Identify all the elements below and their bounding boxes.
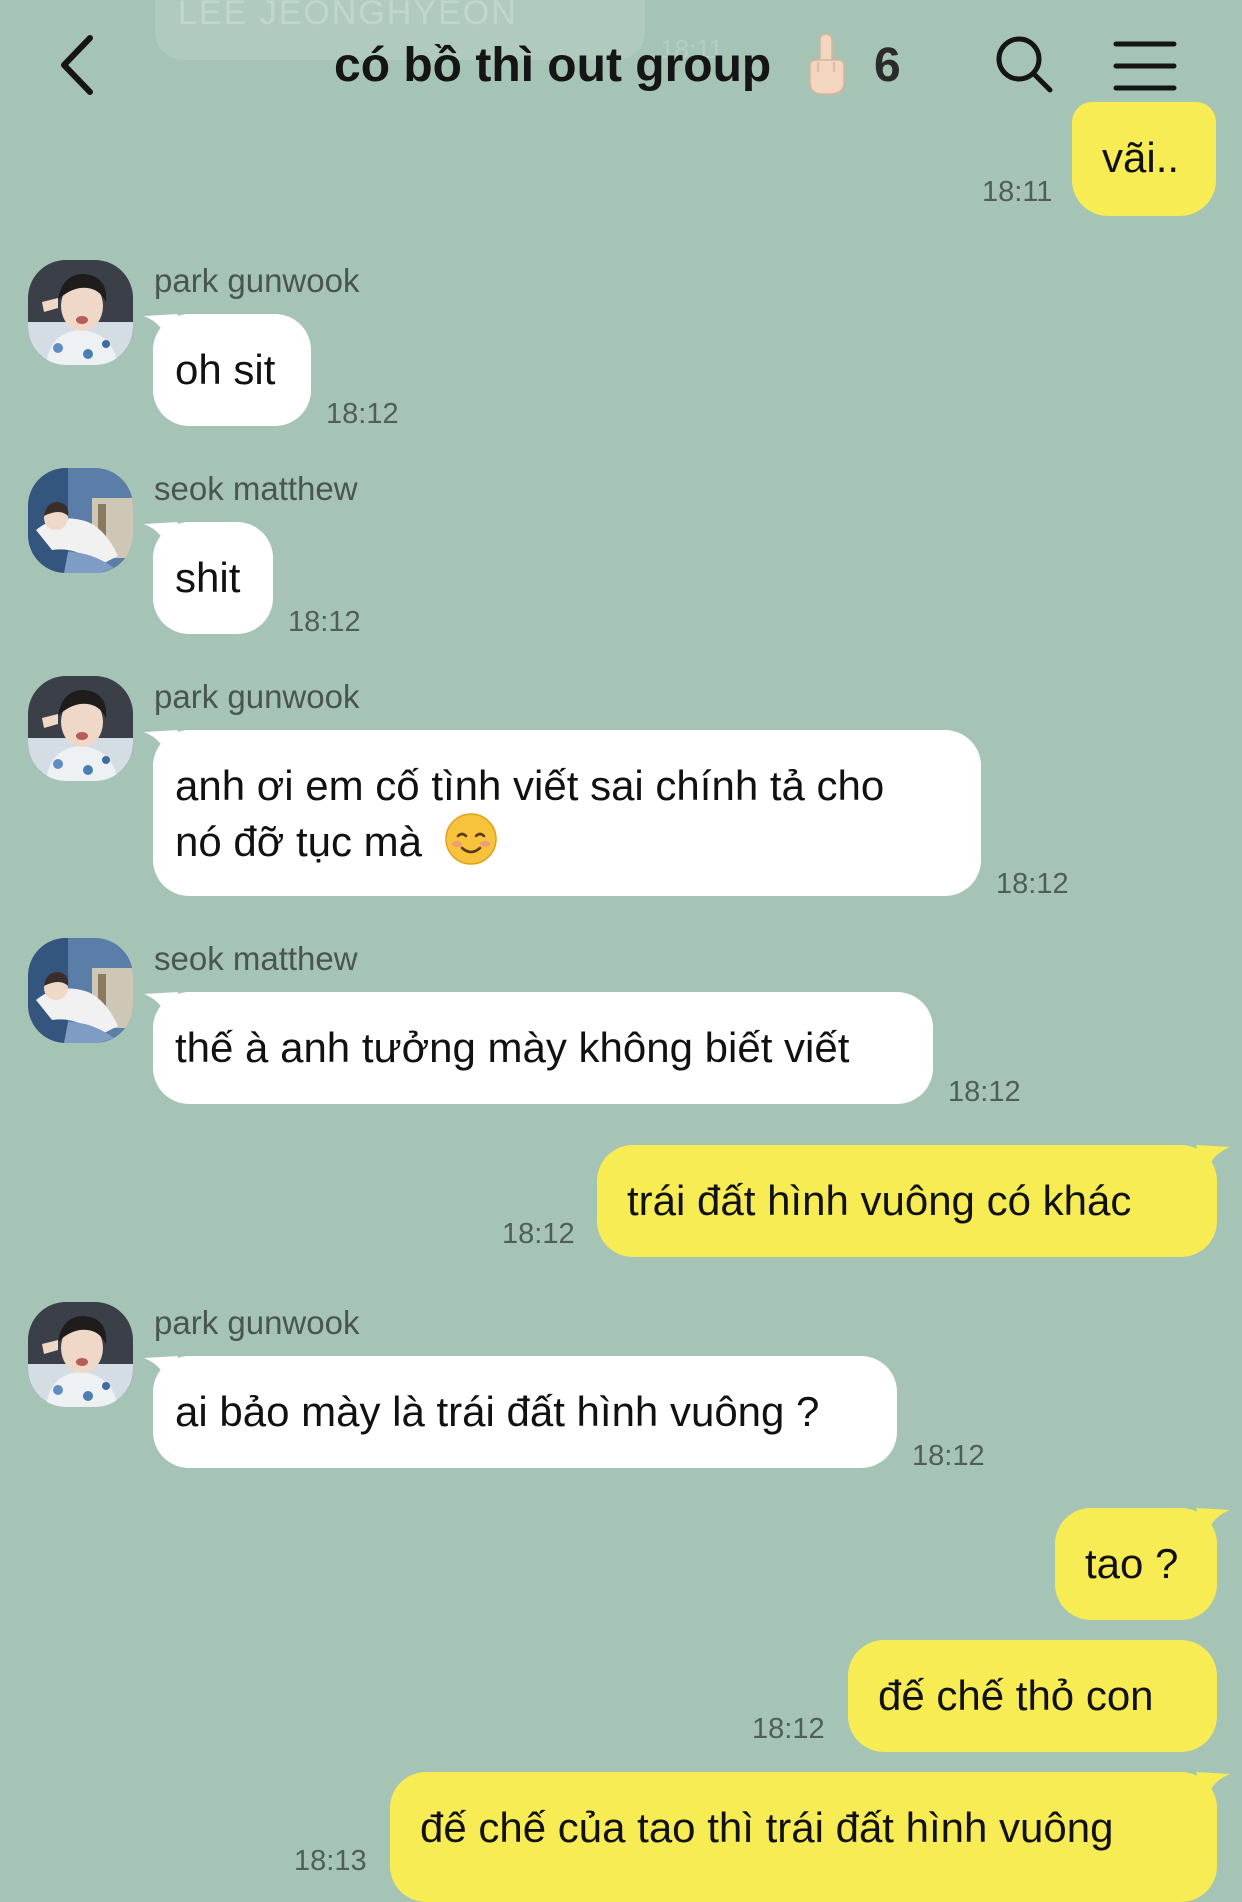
incoming-message-bubble[interactable]: anh ơi em cố tình viết sai chính tả cho … (153, 730, 981, 896)
hamburger-menu-icon (1113, 41, 1177, 91)
outgoing-message-bubble[interactable]: vãi.. (1072, 102, 1216, 216)
message-time: 18:12 (752, 1713, 825, 1745)
middle-finger-emoji-icon (804, 32, 848, 96)
message-text-line-2-text: nó đỡ tục mà (175, 818, 422, 865)
message-text-line-2: nó đỡ tục mà (175, 812, 981, 868)
avatar-park-gunwook[interactable] (28, 676, 133, 781)
incoming-message-bubble[interactable]: thế à anh tưởng mày không biết viết (153, 992, 933, 1104)
incoming-message-bubble[interactable]: ai bảo mày là trái đất hình vuông ? (153, 1356, 897, 1468)
outgoing-message-bubble[interactable]: đế chế thỏ con (848, 1640, 1217, 1752)
message-text: ai bảo mày là trái đất hình vuông ? (175, 1388, 820, 1435)
search-icon (996, 36, 1053, 93)
search-button[interactable] (992, 32, 1056, 96)
incoming-message-bubble[interactable]: shit (153, 522, 273, 634)
avatar-seok-matthew[interactable] (28, 938, 133, 1043)
sender-name: seok matthew (154, 940, 358, 977)
message-text: đế chế thỏ con (878, 1672, 1154, 1719)
avatar-park-gunwook[interactable] (28, 1302, 133, 1407)
chevron-left-icon (61, 35, 93, 95)
back-button[interactable] (48, 30, 108, 100)
smiling-face-icon (444, 813, 497, 865)
outgoing-message-bubble[interactable]: đế chế của tao thì trái đất hình vuông (390, 1772, 1217, 1902)
message-text: trái đất hình vuông có khác (627, 1177, 1132, 1224)
sender-name: park gunwook (154, 262, 360, 299)
avatar-park-gunwook[interactable] (28, 260, 133, 365)
menu-button[interactable] (1112, 38, 1178, 94)
outgoing-message-bubble[interactable]: trái đất hình vuông có khác (597, 1145, 1217, 1257)
sender-name: seok matthew (154, 470, 358, 507)
outgoing-message-bubble[interactable]: tao ? (1055, 1508, 1217, 1620)
scrolled-sender-name: LEE JEONGHYEON (178, 0, 518, 32)
message-time: 18:12 (288, 606, 361, 638)
message-text: đế chế của tao thì trái đất hình vuông (420, 1804, 1114, 1851)
avatar-seok-matthew[interactable] (28, 468, 133, 573)
message-time: 18:12 (996, 868, 1069, 900)
bubble-tail (1196, 1772, 1230, 1802)
message-text-line-1: anh ơi em cố tình viết sai chính tả cho (175, 762, 885, 809)
message-time: 18:12 (326, 398, 399, 430)
member-count: 6 (874, 39, 901, 92)
message-time: 18:12 (502, 1218, 575, 1250)
sender-name: park gunwook (154, 678, 360, 715)
bubble-tail (1196, 1145, 1230, 1175)
message-text: oh sit (175, 346, 276, 393)
message-text: vãi.. (1102, 134, 1180, 181)
message-time: 18:13 (294, 1845, 367, 1877)
bubble-tail (1196, 1508, 1230, 1538)
sender-name: park gunwook (154, 1304, 360, 1341)
message-text: shit (175, 554, 241, 601)
message-time: 18:12 (948, 1076, 1021, 1108)
message-time: 18:11 (982, 176, 1053, 208)
incoming-message-bubble[interactable]: oh sit (153, 314, 311, 426)
message-text: thế à anh tưởng mày không biết viết (175, 1024, 850, 1071)
message-time: 18:12 (912, 1440, 985, 1472)
chat-title[interactable]: có bồ thì out group (334, 38, 771, 93)
